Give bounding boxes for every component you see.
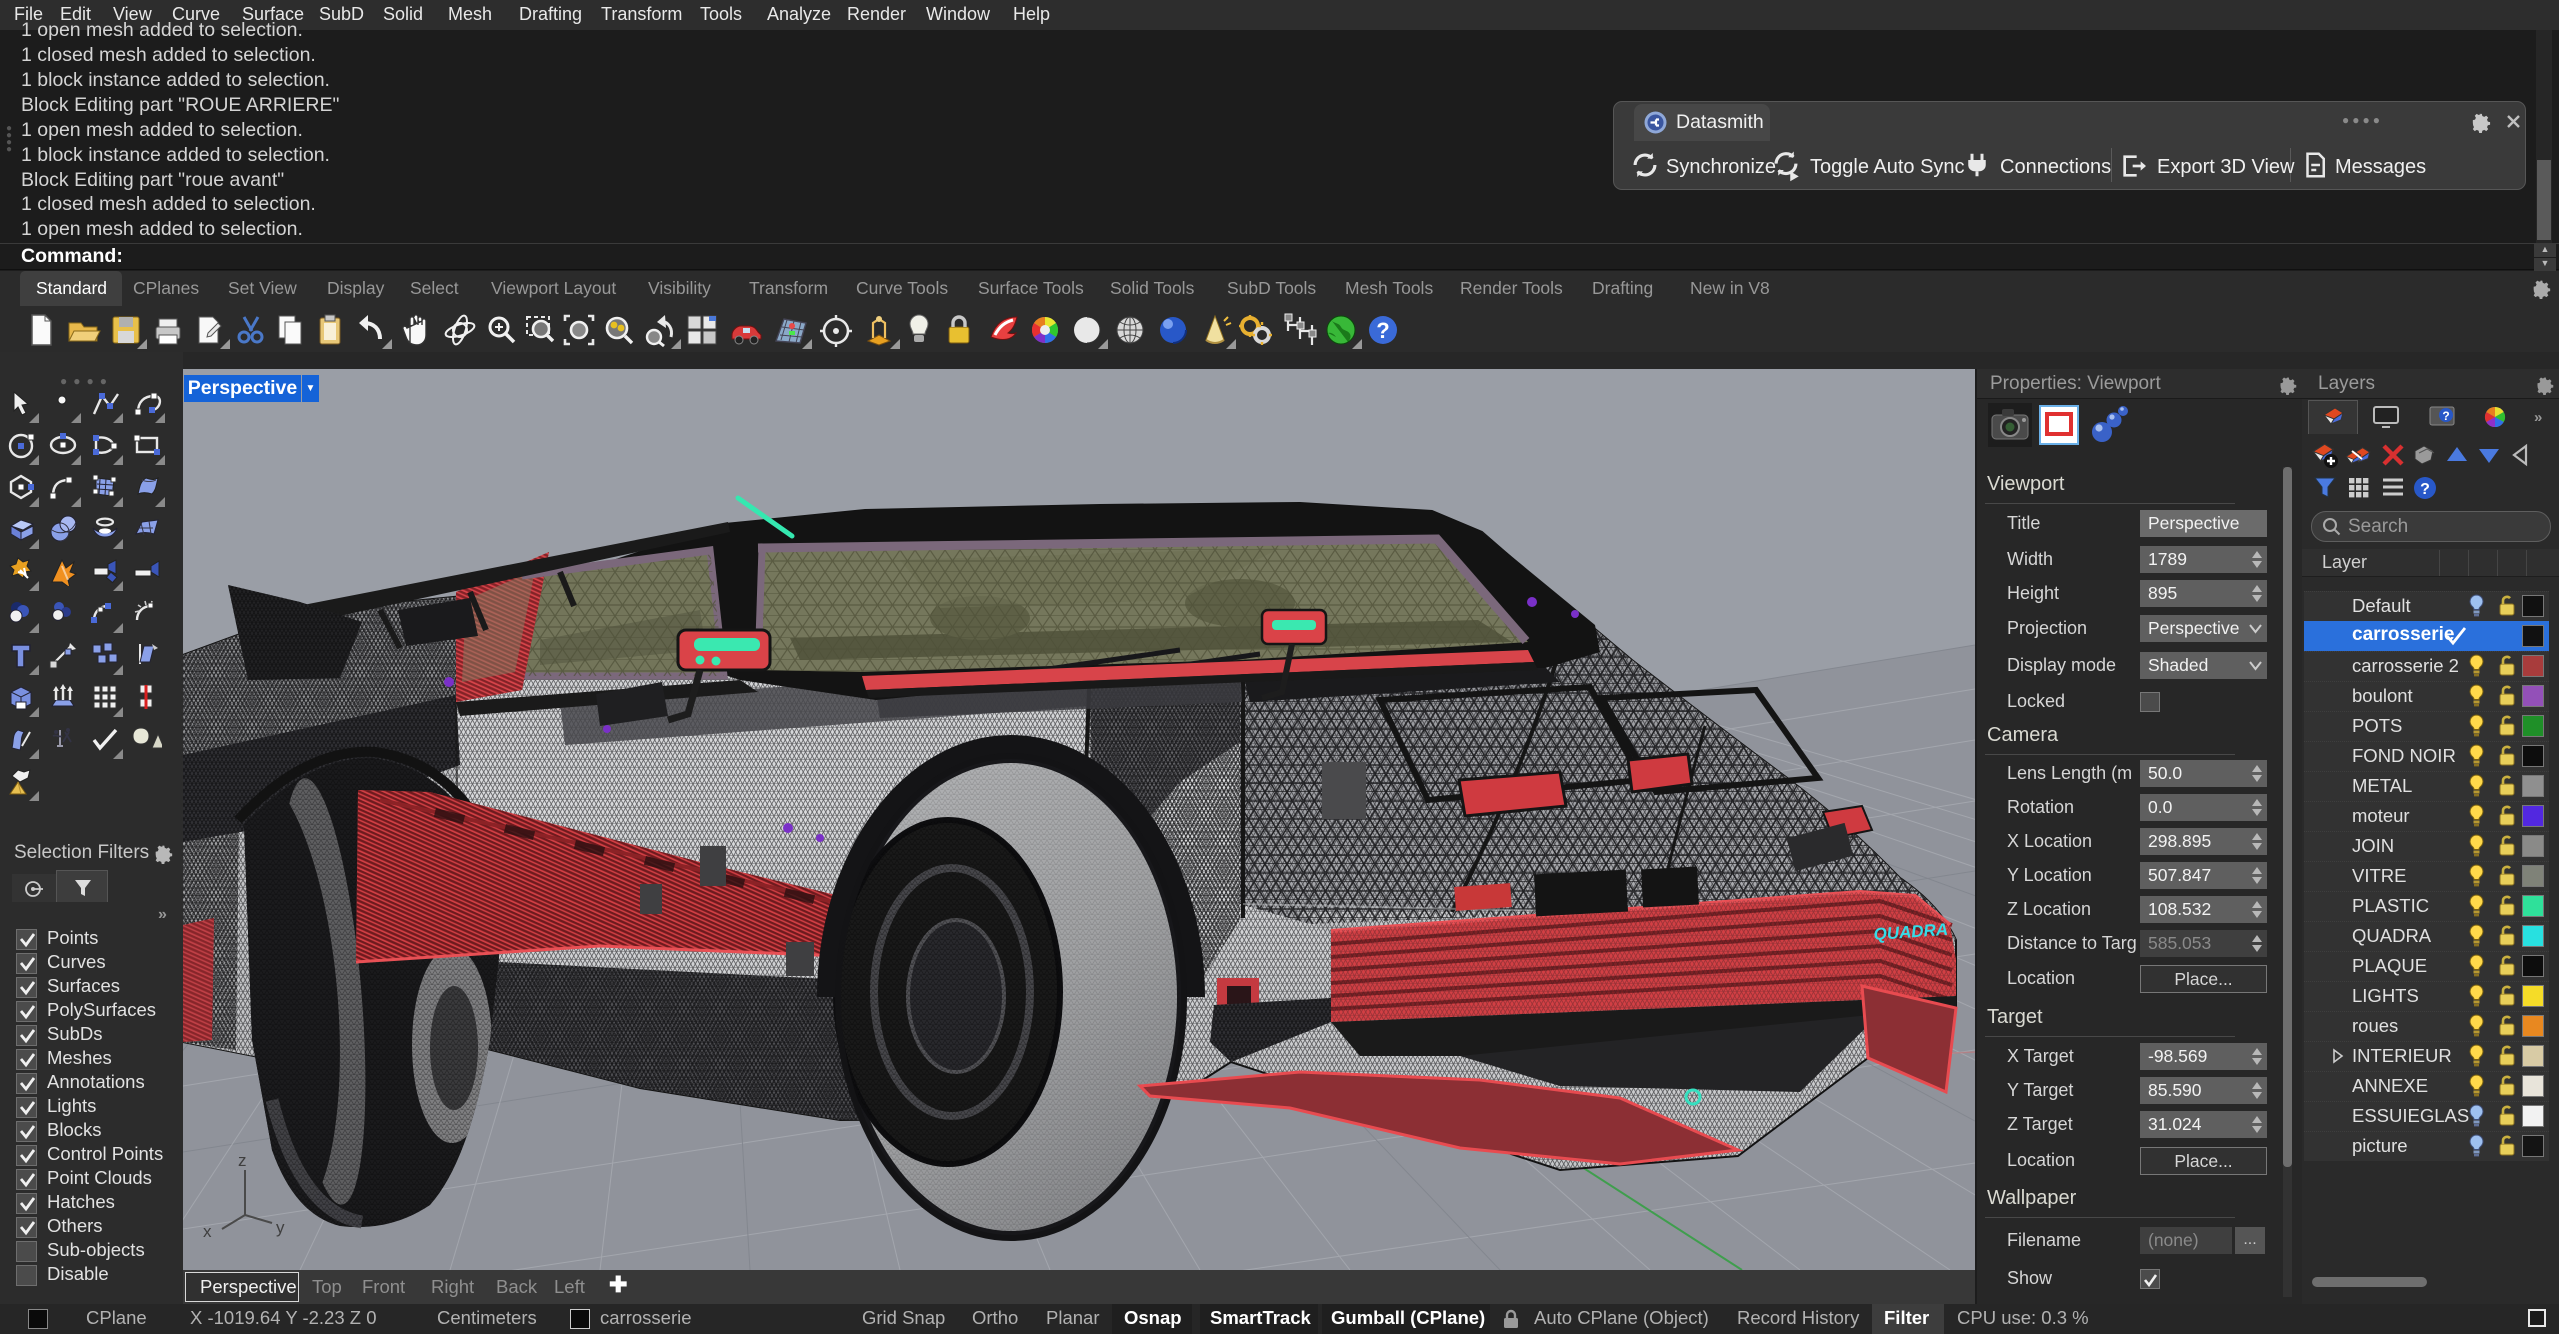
svg-text:?: ? [2442,409,2449,423]
svg-text:x: x [203,1222,212,1241]
svg-text:?: ? [2420,481,2430,498]
svg-text:y: y [276,1218,285,1237]
svg-text:z: z [238,1151,247,1170]
